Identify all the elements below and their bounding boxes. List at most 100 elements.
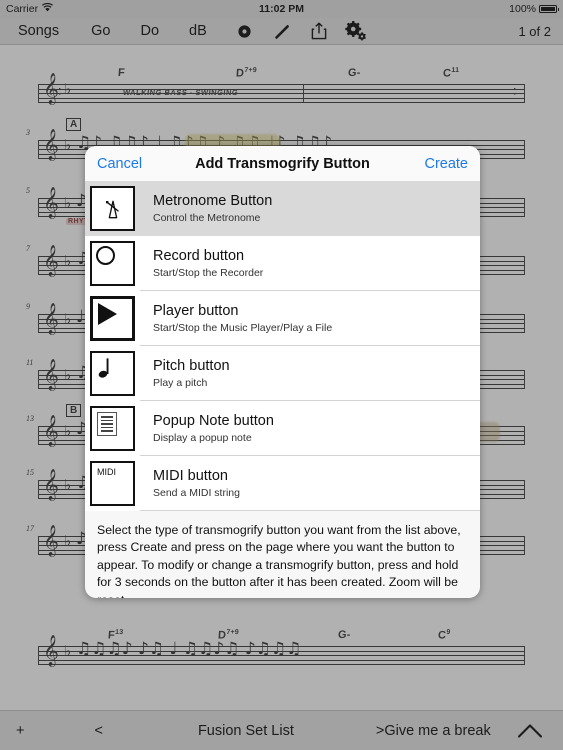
treble-clef: 𝄞: [43, 129, 59, 160]
chord-symbol: F13: [107, 629, 124, 642]
metronome-icon: [90, 186, 135, 231]
treble-clef: 𝄞: [43, 525, 59, 556]
do-button[interactable]: Do: [136, 23, 163, 39]
staff-line: [38, 88, 525, 90]
item-subtitle: Play a pitch: [153, 376, 208, 389]
barline: [524, 140, 526, 159]
barline: [38, 480, 40, 499]
midi-icon-label: MIDI: [97, 467, 116, 477]
item-title: Record button: [153, 248, 245, 265]
treble-clef: 𝄞: [43, 635, 59, 666]
list-item-popup-note[interactable]: Popup Note button Display a popup note: [85, 401, 480, 456]
pencil-icon[interactable]: [274, 23, 291, 40]
staff-line: [38, 664, 525, 666]
midi-text-icon: MIDI: [90, 461, 135, 506]
chord-symbol: G-: [347, 67, 362, 79]
key-signature-flat: ♭: [64, 532, 72, 550]
barline: [38, 84, 40, 103]
staff-line: [38, 659, 525, 661]
list-item-metronome[interactable]: Metronome Button Control the Metronome: [85, 181, 480, 236]
dialog-title: Add Transmogrify Button: [195, 155, 370, 172]
share-icon[interactable]: [311, 22, 327, 40]
status-time: 11:02 PM: [259, 3, 304, 15]
record-circle-icon: [90, 241, 135, 286]
key-signature-flat: ♭: [64, 252, 72, 270]
item-subtitle: Display a popup note: [153, 431, 252, 444]
songs-button[interactable]: Songs: [14, 23, 63, 39]
set-list-button[interactable]: Fusion Set List: [198, 723, 294, 739]
barline: [524, 480, 526, 499]
list-item-midi[interactable]: MIDI MIDI button Send a MIDI string: [85, 456, 480, 511]
list-item-record[interactable]: Record button Start/Stop the Recorder: [85, 236, 480, 291]
quarter-note-icon: [90, 351, 135, 396]
chord-symbol: G-: [337, 629, 352, 641]
item-subtitle: Control the Metronome: [153, 211, 261, 224]
key-signature-flat: ♭: [64, 366, 72, 384]
melody-notes: ♫♫♫♪ ♪♫ ♩ ♫♫♪♫ ♪♫♫♫: [76, 641, 302, 658]
barline: [524, 370, 526, 389]
treble-clef: 𝄞: [43, 73, 59, 104]
battery-icon: [539, 4, 559, 14]
measure-number: 9: [26, 302, 30, 311]
treble-clef: 𝄞: [43, 187, 59, 218]
item-text: Player button Start/Stop the Music Playe…: [140, 291, 480, 346]
icon-cell: [85, 401, 140, 456]
item-text: MIDI button Send a MIDI string: [140, 456, 480, 511]
measure-number: 11: [26, 358, 34, 367]
next-song-button[interactable]: >Give me a break: [376, 723, 491, 739]
barline: [38, 426, 40, 445]
barline: [303, 84, 305, 103]
icon-cell: [85, 181, 140, 236]
item-subtitle: Send a MIDI string: [153, 486, 240, 499]
barline: [38, 314, 40, 333]
barline: [524, 256, 526, 275]
button-type-list: Metronome Button Control the Metronome R…: [85, 181, 480, 511]
icon-cell: [85, 236, 140, 291]
db-button[interactable]: dB: [185, 23, 211, 39]
item-title: Popup Note button: [153, 413, 274, 430]
item-text: Metronome Button Control the Metronome: [140, 181, 480, 236]
item-subtitle: Start/Stop the Recorder: [153, 266, 264, 279]
add-button[interactable]: +: [16, 723, 24, 739]
bottom-toolbar: + < Fusion Set List >Give me a break: [0, 710, 563, 750]
chevron-up-icon[interactable]: [517, 723, 543, 739]
play-triangle-icon: [90, 296, 135, 341]
settings-gear-icon[interactable]: [345, 21, 367, 41]
list-item-player[interactable]: Player button Start/Stop the Music Playe…: [85, 291, 480, 346]
treble-clef: 𝄞: [43, 469, 59, 500]
previous-button[interactable]: <: [94, 723, 102, 739]
barline: [524, 536, 526, 555]
treble-clef: 𝄞: [43, 359, 59, 390]
icon-cell: [85, 346, 140, 401]
go-button[interactable]: Go: [87, 23, 114, 39]
staff-line: [38, 84, 525, 85]
app-root: GIVE ME A BREAKAARON NELSON1996𝄞♭FD7+9G-…: [0, 0, 563, 750]
dialog-header: Cancel Add Transmogrify Button Create: [85, 146, 480, 181]
barline: [38, 370, 40, 389]
barline: [524, 426, 526, 445]
barline: [38, 646, 40, 665]
icon-cell: MIDI: [85, 456, 140, 511]
key-signature-flat: ♭: [64, 80, 72, 98]
item-title: Pitch button: [153, 358, 230, 375]
barline: [38, 256, 40, 275]
item-title: Player button: [153, 303, 239, 320]
list-item-pitch[interactable]: Pitch button Play a pitch: [85, 346, 480, 401]
record-icon[interactable]: [237, 24, 252, 39]
item-title: MIDI button: [153, 468, 228, 485]
chord-symbol: C11: [442, 67, 460, 80]
rehearsal-mark: A: [66, 118, 82, 131]
icon-cell: [85, 291, 140, 346]
add-transmogrify-button-dialog: Cancel Add Transmogrify Button Create Me…: [85, 146, 480, 598]
page-indicator: 1 of 2: [518, 23, 551, 39]
treble-clef: 𝄞: [43, 415, 59, 446]
battery-percent: 100%: [509, 3, 536, 15]
item-text: Pitch button Play a pitch: [140, 346, 480, 401]
measure-number: 15: [26, 468, 34, 477]
staff-line: [38, 97, 525, 99]
top-toolbar: Songs Go Do dB 1 of 2: [0, 18, 563, 45]
key-signature-flat: ♭: [64, 194, 72, 212]
barline: [524, 314, 526, 333]
rehearsal-mark: B: [66, 404, 82, 417]
key-signature-flat: ♭: [64, 476, 72, 494]
